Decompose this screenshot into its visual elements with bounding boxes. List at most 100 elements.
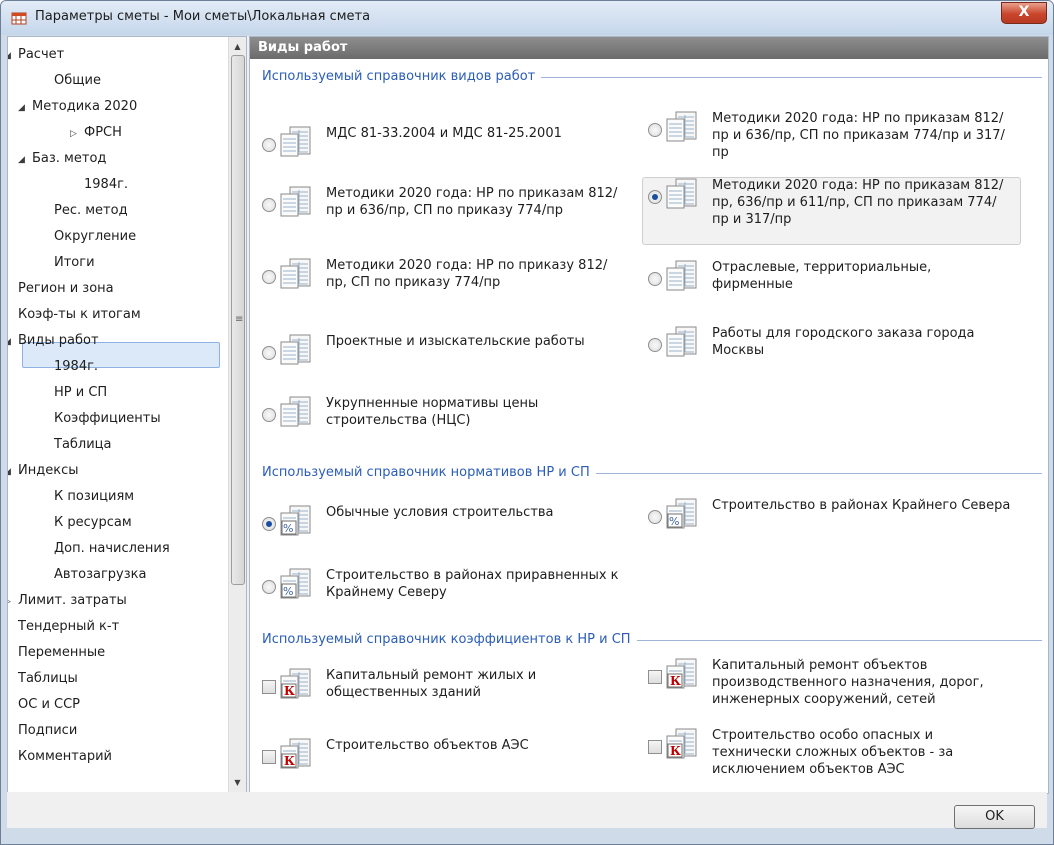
- tree-item[interactable]: ◢Виды работ: [8, 329, 99, 354]
- tree-item-label: Индексы: [18, 463, 79, 478]
- option-label: Работы для городского заказа города Моск…: [712, 326, 975, 358]
- svg-text:К: К: [284, 754, 295, 768]
- option-label: Строительство особо опасных и технически…: [712, 728, 954, 777]
- tree-item[interactable]: Подписи: [18, 719, 77, 743]
- scroll-thumb[interactable]: ≡: [231, 55, 245, 585]
- dialog-footer: OK: [7, 792, 1047, 829]
- tree-item-label: Методика 2020: [32, 99, 138, 114]
- radio-button[interactable]: [648, 190, 662, 204]
- option-label: МДС 81-33.2004 и МДС 81-25.2001: [326, 126, 562, 141]
- tree-item[interactable]: Таблица: [54, 433, 112, 457]
- radio-button[interactable]: [262, 270, 276, 284]
- expanded-arrow-icon[interactable]: ◢: [8, 460, 18, 484]
- option-label: Методики 2020 года: НР по приказам 812/п…: [712, 178, 1004, 227]
- tree-item[interactable]: 1984г.: [54, 355, 98, 379]
- tree-item-label: Округление: [54, 229, 137, 244]
- radio-button[interactable]: [262, 408, 276, 422]
- option-label: Проектные и изыскательские работы: [326, 334, 585, 349]
- tree-item[interactable]: Переменные: [18, 641, 105, 665]
- tree-item[interactable]: ◢ Баз. метод: [18, 147, 106, 171]
- tree-item[interactable]: ▷Лимит. затраты: [8, 589, 127, 614]
- checkbox[interactable]: [648, 740, 662, 754]
- tree-item[interactable]: Таблицы: [18, 667, 78, 691]
- tree-item-label: Рес. метод: [54, 203, 128, 218]
- section-title-norms: Используемый справочник нормативов НР и …: [262, 465, 596, 480]
- section-title-coefs: Используемый справочник коэффициентов к …: [262, 632, 637, 647]
- tree-item[interactable]: Регион и зона: [18, 277, 114, 301]
- close-button[interactable]: X: [1001, 2, 1047, 24]
- radio-button[interactable]: [262, 346, 276, 360]
- tree-item-label: Таблицы: [18, 671, 78, 686]
- dialog-client: ◢РасчетОбщие◢Методика 2020▷ФРСН◢Баз. мет…: [7, 36, 1049, 829]
- scroll-up-icon[interactable]: ▲: [229, 38, 246, 55]
- tree-item[interactable]: 1984г.: [84, 173, 128, 197]
- window-title: Параметры сметы - Мои сметы\Локальная см…: [35, 9, 371, 24]
- checkbox[interactable]: [648, 670, 662, 684]
- checkbox[interactable]: [262, 750, 276, 764]
- option-label: Капитальный ремонт объектов производстве…: [712, 658, 984, 707]
- tree-item-label: Тендерный к-т: [18, 619, 120, 634]
- option-label: Отраслевые, территориальные, фирменные: [712, 260, 932, 292]
- expanded-arrow-icon[interactable]: ◢: [8, 330, 18, 354]
- option-label: Строительство в районах Крайнего Севера: [712, 498, 1011, 513]
- tree-scrollbar[interactable]: ▲ ≡ ▼: [228, 37, 246, 793]
- tree-item[interactable]: К позициям: [54, 485, 134, 509]
- tree-item-label: 1984г.: [54, 359, 99, 374]
- option-label: Обычные условия строительства: [326, 505, 554, 520]
- tree-item-label: Подписи: [18, 723, 78, 738]
- tree-item[interactable]: Общие: [54, 69, 101, 93]
- option-label: Методики 2020 года: НР по приказам 812/п…: [712, 111, 1005, 160]
- option-label: Капитальный ремонт жилых и общественных …: [326, 668, 537, 700]
- tree-item[interactable]: ОС и ССР: [18, 693, 80, 717]
- tree-item[interactable]: Округление: [54, 225, 136, 249]
- radio-button[interactable]: [648, 338, 662, 352]
- tree-item[interactable]: Рес. метод: [54, 199, 128, 223]
- radio-button[interactable]: [262, 138, 276, 152]
- tree-item[interactable]: ◢Расчет: [8, 43, 65, 68]
- tree-item[interactable]: ▷ ФРСН: [70, 121, 122, 145]
- tree-item-label: Виды работ: [18, 333, 99, 348]
- tree-item[interactable]: Итоги: [54, 251, 95, 275]
- tree-item[interactable]: К ресурсам: [54, 511, 132, 535]
- tree-item-label: Регион и зона: [18, 281, 114, 296]
- radio-button[interactable]: [262, 517, 276, 531]
- option-label: Методики 2020 года: НР по приказу 812/пр…: [326, 258, 608, 290]
- checkbox[interactable]: [262, 680, 276, 694]
- tree-item-label: Баз. метод: [32, 151, 107, 166]
- scroll-down-icon[interactable]: ▼: [229, 774, 246, 791]
- app-icon: [11, 12, 27, 25]
- collapsed-arrow-icon[interactable]: ▷: [8, 590, 18, 614]
- close-icon: X: [1018, 4, 1030, 20]
- expanded-arrow-icon[interactable]: ◢: [8, 44, 18, 68]
- radio-button[interactable]: [262, 580, 276, 594]
- expanded-arrow-icon[interactable]: ◢: [18, 96, 32, 120]
- tree-item-label: К ресурсам: [54, 515, 132, 530]
- collapsed-arrow-icon[interactable]: ▷: [70, 122, 84, 146]
- tree-item-label: Расчет: [18, 47, 65, 62]
- tree-item[interactable]: НР и СП: [54, 381, 107, 405]
- tree-item-label: Итоги: [54, 255, 95, 270]
- tree-item-label: Коэффициенты: [54, 411, 161, 426]
- tree-item[interactable]: ◢ Методика 2020: [18, 95, 137, 119]
- option-label: Строительство в районах приравненных к К…: [326, 568, 619, 600]
- tree-item[interactable]: ◢Индексы: [8, 459, 79, 484]
- tree-item[interactable]: Автозагрузка: [54, 563, 146, 587]
- content-header: Виды работ: [250, 37, 1048, 59]
- tree-item[interactable]: Коэффициенты: [54, 407, 161, 431]
- tree-item[interactable]: Комментарий: [18, 745, 112, 769]
- radio-button[interactable]: [648, 510, 662, 524]
- tree-item-label: Автозагрузка: [54, 567, 147, 582]
- tree-item[interactable]: Тендерный к-т: [18, 615, 119, 639]
- content-panel: Виды работ Используемый справочник видов…: [249, 36, 1049, 794]
- svg-text:К: К: [670, 674, 681, 688]
- radio-button[interactable]: [648, 123, 662, 137]
- tree-item[interactable]: Коэф-ты к итогам: [18, 303, 141, 327]
- expanded-arrow-icon[interactable]: ◢: [18, 148, 32, 172]
- radio-button[interactable]: [262, 198, 276, 212]
- svg-text:%: %: [283, 585, 293, 598]
- radio-button[interactable]: [648, 272, 662, 286]
- ok-button[interactable]: OK: [954, 805, 1035, 829]
- tree-item-label: Лимит. затраты: [18, 593, 127, 608]
- svg-text:К: К: [284, 684, 295, 698]
- tree-item[interactable]: Доп. начисления: [54, 537, 170, 561]
